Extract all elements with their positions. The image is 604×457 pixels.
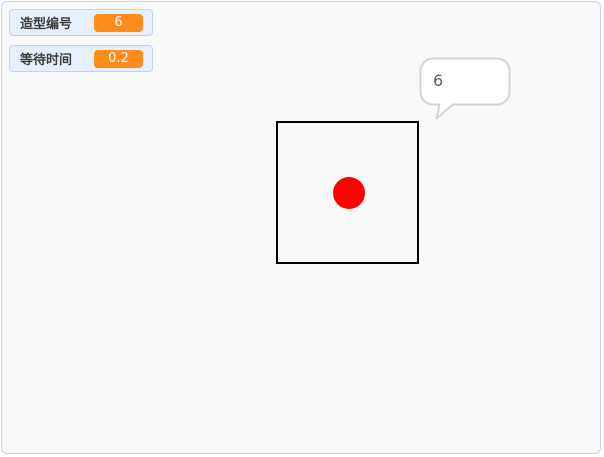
variable-monitor-costume-number[interactable]: 造型编号 6: [9, 9, 153, 36]
sprite-red-dot: [333, 177, 365, 209]
monitor-label: 等待时间: [20, 53, 73, 68]
monitor-value: 6: [94, 14, 143, 32]
speech-bubble-shape: [419, 57, 511, 120]
monitor-label: 造型编号: [20, 17, 73, 32]
variable-monitor-wait-time[interactable]: 等待时间 0.2: [9, 45, 153, 72]
monitor-value: 0.2: [94, 50, 143, 68]
sprite[interactable]: [276, 121, 419, 264]
speech-bubble-text: 6: [433, 71, 444, 90]
speech-bubble: 6: [419, 57, 511, 123]
stage[interactable]: 造型编号 6 等待时间 0.2 6: [1, 1, 601, 454]
